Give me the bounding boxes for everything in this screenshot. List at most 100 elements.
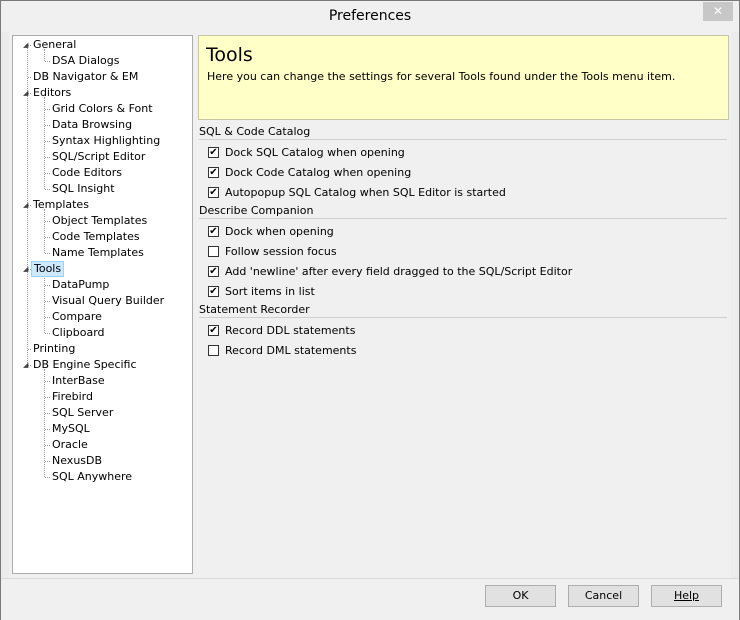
group-divider <box>199 139 727 140</box>
ok-button[interactable]: OK <box>485 585 556 607</box>
tree-item-label: Editors <box>33 86 72 99</box>
window-title: Preferences <box>328 8 412 24</box>
close-icon: ✕ <box>712 4 724 18</box>
option-label: Add 'newline' after every field dragged … <box>225 265 573 278</box>
tree-item-label: SQL Server <box>52 406 114 419</box>
tree-item-label: DataPump <box>52 278 110 291</box>
tree-item[interactable]: Compare <box>50 309 104 325</box>
tree-item[interactable]: Clipboard <box>50 325 107 341</box>
tree-connector <box>45 61 50 62</box>
tree-connector <box>45 445 50 446</box>
tree-connector <box>45 237 50 238</box>
tree-item-label: Code Templates <box>52 230 140 243</box>
tree-item-label: Syntax Highlighting <box>52 134 161 147</box>
tree-item-label: SQL Insight <box>52 182 115 195</box>
tree-item[interactable]: DSA Dialogs <box>50 53 121 69</box>
info-banner: Tools Here you can change the settings f… <box>198 35 729 120</box>
tree-item-label: Visual Query Builder <box>52 294 165 307</box>
tree-item[interactable]: Tools <box>31 261 65 277</box>
tree-item-label: DB Engine Specific <box>33 358 137 371</box>
preferences-window: Preferences ✕ General ◢ DSA Dialogs DB Navi… <box>0 0 740 620</box>
tree-item-label: Oracle <box>52 438 88 451</box>
tree-item-label: Compare <box>52 310 102 323</box>
option-label: Dock Code Catalog when opening <box>225 166 412 179</box>
tree-item[interactable]: Syntax Highlighting <box>50 133 162 149</box>
close-button[interactable]: ✕ <box>703 2 733 21</box>
option-label: Record DDL statements <box>225 324 356 337</box>
title-bar[interactable]: Preferences ✕ <box>1 1 739 32</box>
tree-branch-line <box>44 209 45 253</box>
tree-item[interactable]: General <box>31 37 78 53</box>
group-title: Statement Recorder <box>199 303 310 316</box>
tree-item-label: InterBase <box>52 374 105 387</box>
checkbox-unchecked[interactable] <box>208 246 219 257</box>
tree-item[interactable]: SQL Server <box>50 405 115 421</box>
group-divider <box>199 317 727 318</box>
cancel-button[interactable]: Cancel <box>568 585 639 607</box>
tree-branch-line <box>44 273 45 333</box>
tree-connector <box>28 77 31 78</box>
tree-item[interactable]: NexusDB <box>50 453 104 469</box>
checkbox-checked[interactable]: ✔ <box>208 286 219 297</box>
checkbox-checked[interactable]: ✔ <box>208 325 219 336</box>
checkbox-unchecked[interactable] <box>208 345 219 356</box>
option-label: Autopopup SQL Catalog when SQL Editor is… <box>225 186 506 199</box>
tree-item-label: SQL Anywhere <box>52 470 133 483</box>
option-label: Follow session focus <box>225 245 337 258</box>
checkbox-checked[interactable]: ✔ <box>208 147 219 158</box>
tree-item[interactable]: Code Templates <box>50 229 142 245</box>
tree-item[interactable]: Grid Colors & Font <box>50 101 155 117</box>
tree-item[interactable]: Name Templates <box>50 245 146 261</box>
button-bar: OK Cancel Help <box>1 578 739 620</box>
tree-item[interactable]: SQL/Script Editor <box>50 149 147 165</box>
tree-item-label: Printing <box>33 342 76 355</box>
tree-item[interactable]: Templates <box>31 197 91 213</box>
tree-connector <box>45 461 50 462</box>
category-tree[interactable]: General ◢ DSA Dialogs DB Navigator & EM Edit… <box>12 35 193 574</box>
group-title: Describe Companion <box>199 204 314 217</box>
tree-connector <box>45 413 50 414</box>
tree-item[interactable]: SQL Anywhere <box>50 469 134 485</box>
tree-item-label: Code Editors <box>52 166 122 179</box>
expand-arrow-icon[interactable]: ◢ <box>23 37 31 53</box>
tree-item-label: Name Templates <box>52 246 144 259</box>
tree-item[interactable]: MySQL <box>50 421 92 437</box>
tree-item-label: Clipboard <box>52 326 105 339</box>
tree-item[interactable]: Data Browsing <box>50 117 134 133</box>
expand-arrow-icon[interactable]: ◢ <box>23 197 31 213</box>
expand-arrow-icon[interactable]: ◢ <box>23 261 31 277</box>
tree-item[interactable]: Printing <box>31 341 77 357</box>
tree-item-label: Grid Colors & Font <box>52 102 153 115</box>
checkbox-checked[interactable]: ✔ <box>208 167 219 178</box>
tree-connector <box>45 477 50 478</box>
tree-item-label: Data Browsing <box>52 118 133 131</box>
tree-item[interactable]: InterBase <box>50 373 107 389</box>
expand-arrow-icon[interactable]: ◢ <box>23 85 31 101</box>
tree-item-label: Tools <box>31 261 65 277</box>
checkbox-checked[interactable]: ✔ <box>208 187 219 198</box>
tree-item[interactable]: Code Editors <box>50 165 124 181</box>
tree-item-label: General <box>33 38 77 51</box>
option-label: Sort items in list <box>225 285 315 298</box>
tree-item[interactable]: Visual Query Builder <box>50 293 166 309</box>
tree-connector <box>45 141 50 142</box>
settings-panel: Tools Here you can change the settings f… <box>198 35 729 575</box>
tree-branch-line <box>44 97 45 189</box>
tree-item[interactable]: DB Engine Specific <box>31 357 139 373</box>
help-button[interactable]: Help <box>651 585 722 607</box>
tree-item[interactable]: Editors <box>31 85 73 101</box>
tree-item[interactable]: SQL Insight <box>50 181 117 197</box>
tree-item-label: Object Templates <box>52 214 148 227</box>
tree-connector <box>45 317 50 318</box>
tree-connector <box>45 301 50 302</box>
tree-item[interactable]: Object Templates <box>50 213 149 229</box>
tree-item[interactable]: DB Navigator & EM <box>31 69 140 85</box>
tree-item[interactable]: Firebird <box>50 389 95 405</box>
expand-arrow-icon[interactable]: ◢ <box>23 357 31 373</box>
tree-item[interactable]: Oracle <box>50 437 90 453</box>
checkbox-checked[interactable]: ✔ <box>208 226 219 237</box>
tree-item[interactable]: DataPump <box>50 277 111 293</box>
checkbox-checked[interactable]: ✔ <box>208 266 219 277</box>
tree-item-label: NexusDB <box>52 454 103 467</box>
dialog-client: General ◢ DSA Dialogs DB Navigator & EM Edit… <box>9 32 731 578</box>
